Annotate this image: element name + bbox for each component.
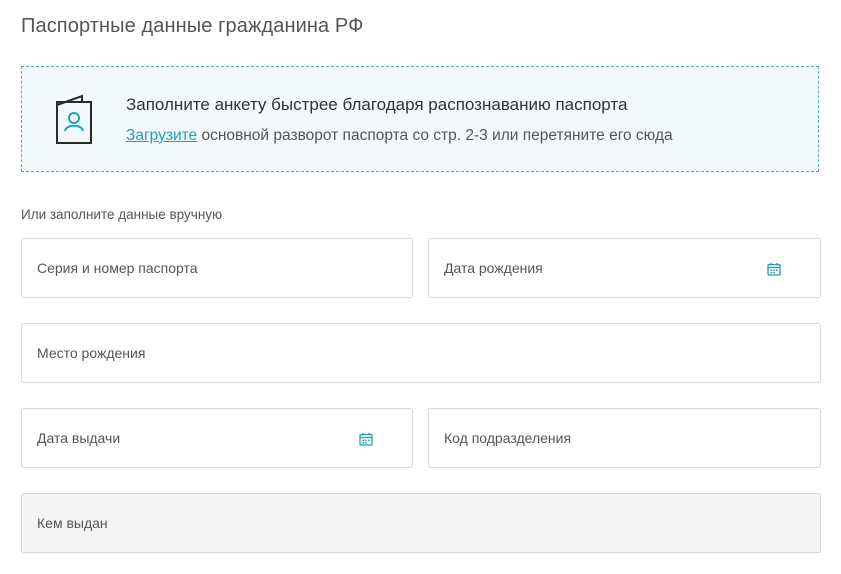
birth-date-placeholder: Дата рождения — [444, 260, 543, 276]
passport-upload-dropzone[interactable]: Заполните анкету быстрее благодаря распо… — [21, 66, 819, 172]
birth-place-field[interactable]: Место рождения — [21, 323, 821, 383]
passport-icon — [56, 94, 92, 144]
birth-place-placeholder: Место рождения — [37, 345, 146, 361]
division-code-field[interactable]: Код подразделения — [428, 408, 821, 468]
birth-date-field[interactable]: Дата рождения — [428, 238, 821, 298]
calendar-icon[interactable] — [359, 432, 373, 446]
upload-subtitle-text: основной разворот паспорта со стр. 2-3 и… — [197, 127, 673, 144]
calendar-icon[interactable] — [767, 262, 781, 276]
manual-entry-label: Или заполните данные вручную — [21, 207, 223, 222]
issued-by-field[interactable]: Кем выдан — [21, 493, 821, 553]
issue-date-placeholder: Дата выдачи — [37, 430, 121, 446]
division-code-placeholder: Код подразделения — [444, 430, 572, 446]
issued-by-placeholder: Кем выдан — [37, 515, 108, 531]
upload-subtitle: Загрузите основной разворот паспорта со … — [126, 127, 673, 145]
upload-link[interactable]: Загрузите — [126, 127, 197, 144]
issue-date-field[interactable]: Дата выдачи — [21, 408, 413, 468]
page-title: Паспортные данные гражданина РФ — [21, 15, 364, 37]
series-number-field[interactable]: Серия и номер паспорта — [21, 238, 413, 298]
upload-title: Заполните анкету быстрее благодаря распо… — [126, 95, 628, 114]
series-number-placeholder: Серия и номер паспорта — [37, 260, 198, 276]
